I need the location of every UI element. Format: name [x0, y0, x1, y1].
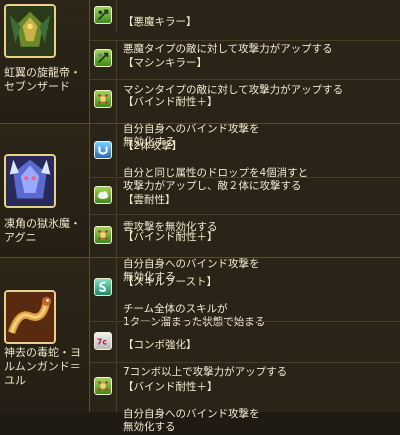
awakening-icon-cell — [90, 178, 117, 214]
awakening-title: 【バインド耐性＋】 — [123, 380, 218, 393]
monster-portrait[interactable] — [4, 290, 56, 344]
bind-resist-icon[interactable] — [94, 90, 112, 108]
machine-killer-icon[interactable] — [94, 49, 112, 67]
awakening-icon-cell: 7c — [90, 322, 117, 362]
awakening-row: 【バインド耐性＋】 自分自身へのバインド攻撃を 無効化する — [90, 362, 400, 433]
bind-resist-icon[interactable] — [94, 377, 112, 395]
awakening-icon-cell — [90, 215, 117, 258]
awakening-title: 【雲耐性】 — [123, 193, 176, 206]
monster-name: 凍角の獄氷魔・アグニ — [4, 217, 81, 244]
awakening-title: 【コンボ強化】 — [123, 338, 197, 351]
awakening-text: 【バインド耐性＋】 自分自身へのバインド攻撃を 無効化する — [123, 367, 396, 435]
awakening-row: 【バインド耐性＋】 自分自身へのバインド攻撃を 無効化する — [90, 79, 400, 148]
awakening-icon-cell — [90, 258, 117, 320]
cloud-resist-icon[interactable] — [94, 186, 112, 204]
awakening-title: 【バインド耐性＋】 — [123, 230, 218, 243]
awakening-desc: 自分自身へのバインド攻撃を 無効化する — [123, 407, 260, 434]
awakening-icon-cell — [90, 80, 117, 124]
dragon-portrait-image — [6, 6, 54, 56]
monster-group: 神去の毒蛇・ヨルムンガンド＝ユル 【スキルブースト】 チーム全体のスキルが 1タ… — [0, 258, 400, 433]
serpent-portrait-image — [6, 292, 54, 342]
awakening-icon-cell — [90, 41, 117, 79]
awakening-table: 虹翼の旋龍帝・セブンザード 【悪魔キラー】 悪魔タイプの敵に対して攻撃力がアップ… — [0, 0, 400, 433]
skill-boost-icon[interactable] — [94, 278, 112, 296]
monster-name: 虹翼の旋龍帝・セブンザード — [4, 66, 81, 93]
monster-portrait[interactable] — [4, 4, 56, 58]
monster-cell: 神去の毒蛇・ヨルムンガンド＝ユル — [0, 258, 90, 412]
awakening-row: 【スキルブースト】 チーム全体のスキルが 1ターン溜まった状態で始まる — [90, 258, 400, 328]
awakening-row: 【2体攻撃】 自分と同じ属性のドロップを4個消すと 攻撃力がアップし、敵２体に攻… — [90, 124, 400, 192]
svg-text:7c: 7c — [97, 338, 108, 347]
awakening-row: 7c 【コンボ強化】 7コンボ以上で攻撃力がアップする — [90, 321, 400, 378]
monster-portrait[interactable] — [4, 154, 56, 208]
combo-boost-icon[interactable]: 7c — [94, 332, 112, 350]
two-way-attack-icon[interactable] — [94, 141, 112, 159]
monster-group: 虹翼の旋龍帝・セブンザード 【悪魔キラー】 悪魔タイプの敵に対して攻撃力がアップ… — [0, 0, 400, 148]
monster-cell: 凍角の獄氷魔・アグニ — [0, 124, 90, 257]
monster-cell: 虹翼の旋龍帝・セブンザード — [0, 0, 90, 123]
monster-name: 神去の毒蛇・ヨルムンガンド＝ユル — [4, 346, 81, 387]
awakening-icon-cell — [90, 124, 117, 176]
ice-demon-portrait-image — [6, 156, 54, 206]
awakening-icon-cell — [90, 363, 117, 413]
awakening-title: 【スキルブースト】 — [123, 275, 217, 288]
awakening-title: 【マシンキラー】 — [123, 56, 207, 69]
awakening-text: 【スキルブースト】 チーム全体のスキルが 1ターン溜まった状態で始まる — [123, 262, 396, 330]
bind-resist-icon[interactable] — [94, 226, 112, 244]
awakening-title: 【悪魔キラー】 — [123, 15, 197, 28]
awakening-row: 【悪魔キラー】 悪魔タイプの敵に対して攻撃力がアップする — [90, 0, 400, 55]
devil-killer-icon[interactable] — [94, 6, 112, 24]
awakening-title: 【2体攻撃】 — [123, 139, 183, 152]
awakening-row: 【バインド耐性＋】 自分自身へのバインド攻撃を 無効化する — [90, 214, 400, 283]
awakening-row: 【マシンキラー】 マシンタイプの敵に対して攻撃力がアップする — [90, 40, 400, 96]
monster-group: 凍角の獄氷魔・アグニ 【2体攻撃】 自分と同じ属性のドロップを4個消すと 攻撃力… — [0, 124, 400, 283]
awakening-icon-cell — [90, 0, 117, 32]
awakening-row: 【雲耐性】 雲攻撃を無効化する — [90, 177, 400, 233]
awakening-title: 【バインド耐性＋】 — [123, 95, 218, 108]
